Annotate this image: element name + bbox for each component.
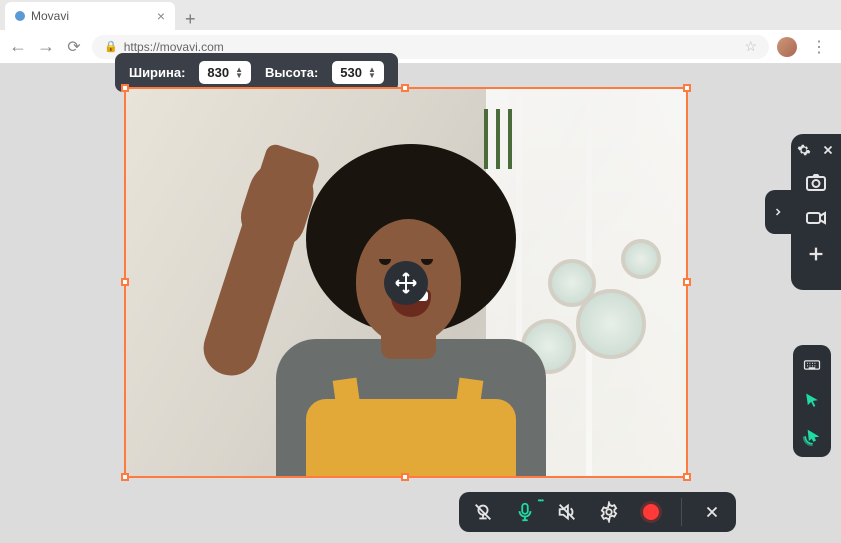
camera-icon[interactable] bbox=[800, 166, 832, 198]
browser-tab[interactable]: Movavi × bbox=[5, 2, 175, 30]
recording-settings-icon[interactable] bbox=[595, 498, 623, 526]
side-panel-expand[interactable] bbox=[765, 190, 791, 234]
width-stepper[interactable]: ▲▼ bbox=[235, 67, 243, 79]
width-value: 830 bbox=[207, 65, 229, 80]
cursor-highlight-icon[interactable] bbox=[800, 389, 824, 413]
settings-icon[interactable] bbox=[796, 142, 812, 158]
url-text: https://movavi.com bbox=[124, 40, 224, 54]
bookmark-icon[interactable]: ☆ bbox=[744, 38, 757, 55]
recording-toolbar: ••• bbox=[459, 492, 736, 532]
tab-bar: Movavi × + bbox=[0, 0, 841, 30]
browser-menu-icon[interactable]: ⋮ bbox=[805, 37, 833, 57]
add-icon[interactable] bbox=[800, 238, 832, 270]
lock-icon: 🔒 bbox=[104, 40, 118, 53]
close-toolbar-icon[interactable] bbox=[698, 498, 726, 526]
width-label: Ширина: bbox=[129, 65, 185, 80]
move-handle[interactable] bbox=[384, 261, 428, 305]
effects-panel bbox=[793, 345, 831, 457]
click-ripple-icon[interactable] bbox=[800, 425, 824, 449]
close-icon[interactable] bbox=[820, 142, 836, 158]
resize-handle-ml[interactable] bbox=[121, 278, 129, 286]
resize-handle-br[interactable] bbox=[683, 473, 691, 481]
height-value: 530 bbox=[340, 65, 362, 80]
resize-handle-tm[interactable] bbox=[401, 84, 409, 92]
record-button[interactable] bbox=[637, 498, 665, 526]
resize-handle-bm[interactable] bbox=[401, 473, 409, 481]
new-tab-button[interactable]: + bbox=[175, 9, 206, 30]
height-input[interactable]: 530 ▲▼ bbox=[332, 61, 384, 84]
toolbar-separator bbox=[681, 498, 682, 526]
forward-button[interactable]: → bbox=[36, 36, 56, 57]
resize-handle-mr[interactable] bbox=[683, 278, 691, 286]
height-label: Высота: bbox=[265, 65, 318, 80]
width-input[interactable]: 830 ▲▼ bbox=[199, 61, 251, 84]
keyboard-icon[interactable] bbox=[800, 353, 824, 377]
resize-handle-bl[interactable] bbox=[121, 473, 129, 481]
mic-toggle-icon[interactable]: ••• bbox=[511, 498, 539, 526]
resize-handle-tl[interactable] bbox=[121, 84, 129, 92]
back-button[interactable]: ← bbox=[8, 36, 28, 57]
resize-handle-tr[interactable] bbox=[683, 84, 691, 92]
tab-title: Movavi bbox=[31, 9, 69, 23]
system-audio-toggle-icon[interactable] bbox=[553, 498, 581, 526]
tab-close-icon[interactable]: × bbox=[157, 8, 165, 24]
capture-frame[interactable] bbox=[124, 87, 688, 478]
height-stepper[interactable]: ▲▼ bbox=[368, 67, 376, 79]
video-icon[interactable] bbox=[800, 202, 832, 234]
mic-level-indicator: ••• bbox=[538, 496, 543, 505]
webcam-toggle-icon[interactable] bbox=[469, 498, 497, 526]
profile-avatar[interactable] bbox=[777, 37, 797, 57]
favicon bbox=[15, 11, 25, 21]
reload-button[interactable]: ⟳ bbox=[64, 37, 84, 57]
side-panel bbox=[791, 134, 841, 290]
